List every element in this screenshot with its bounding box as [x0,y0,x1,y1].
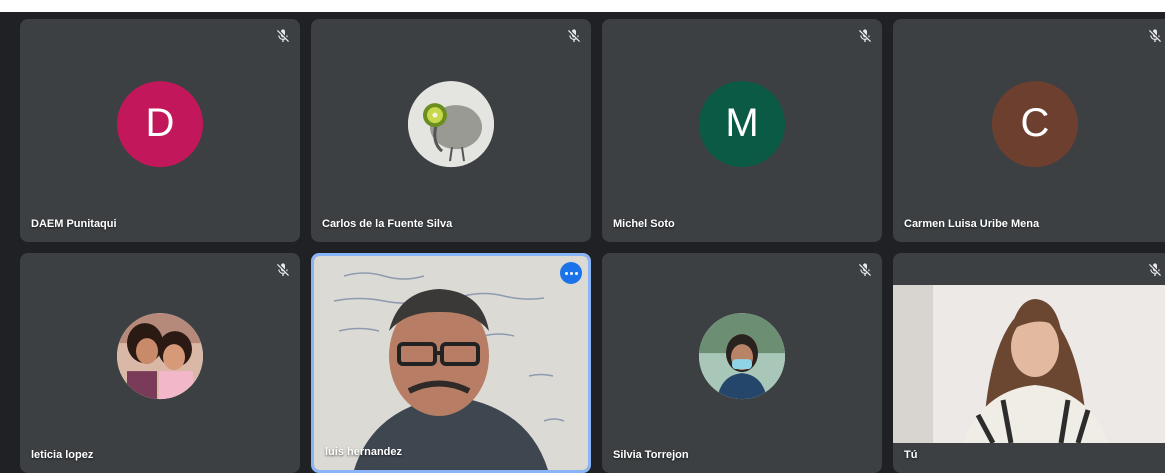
mic-off-icon [277,29,289,42]
participant-tile-michel[interactable]: M Michel Soto [602,19,882,242]
participant-tile-luis[interactable]: luis hernandez [311,253,591,473]
avatar-initial: D [145,101,175,146]
avatar [699,313,785,400]
participant-tile-carlos[interactable]: Carlos de la Fuente Silva [311,19,591,242]
avatar-initial: C [1020,101,1050,146]
mic-off-icon [1149,263,1161,276]
participant-tile-self[interactable]: Tú [893,253,1165,473]
participant-name: Carlos de la Fuente Silva [322,218,453,230]
man-with-glasses-whiteboard-video [314,256,588,470]
participant-tile-carmen[interactable]: C Carmen Luisa Uribe Mena [893,19,1165,242]
young-woman-long-hair-video [893,285,1165,443]
avatar [117,313,203,400]
avatar: C [992,80,1078,167]
mic-off-icon [568,29,580,42]
participant-tile-silvia[interactable]: Silvia Torrejon [602,253,882,473]
participant-tile-leticia[interactable]: leticia lopez [20,253,300,473]
avatar: D [117,80,203,167]
participant-tile-daem[interactable]: D DAEM Punitaqui [20,19,300,242]
participant-name: Michel Soto [613,218,675,230]
avatar [408,80,494,167]
woman-with-mask-photo-image [699,313,785,400]
participant-name: DAEM Punitaqui [31,218,117,230]
participant-name: Silvia Torrejon [613,449,689,461]
avatar-initial: M [725,101,759,146]
participant-grid: D DAEM Punitaqui Carlos de la Fuente Sil… [0,12,1165,473]
participant-name: Carmen Luisa Uribe Mena [904,218,1040,230]
avatar: M [699,80,785,167]
participant-name: leticia lopez [31,449,94,461]
mic-off-icon [859,263,871,276]
mother-and-daughter-photo-image [117,313,203,400]
participant-name: luis hernandez [325,446,403,458]
more-options-button[interactable] [560,262,582,284]
participant-name: Tú [904,449,918,461]
window-top-strip [0,0,1165,12]
mic-off-icon [859,29,871,42]
mic-off-icon [1149,29,1161,42]
kiwi-bird-drawing-image [408,80,494,167]
mic-off-icon [277,263,289,276]
